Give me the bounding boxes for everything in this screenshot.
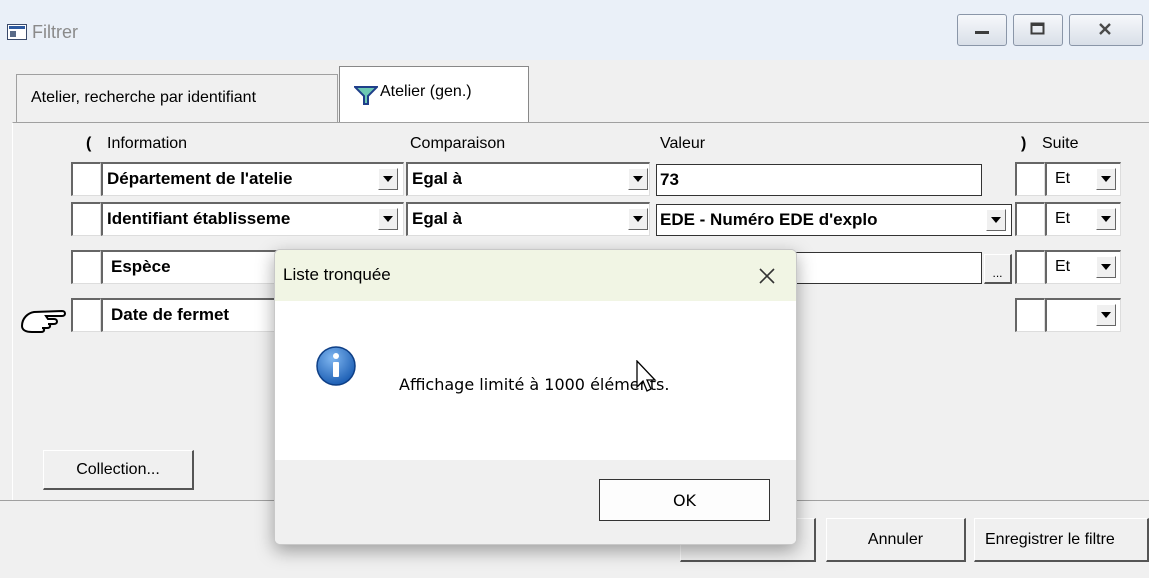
filter-icon bbox=[354, 86, 378, 105]
information-dropdown-button[interactable] bbox=[378, 208, 398, 230]
open-paren-checkbox[interactable] bbox=[71, 298, 101, 332]
chevron-down-icon bbox=[1101, 264, 1111, 270]
chevron-down-icon bbox=[1101, 176, 1111, 182]
chevron-down-icon bbox=[383, 216, 393, 222]
comparaison-value: Egal à bbox=[412, 209, 463, 228]
information-value: Identifiant établisseme bbox=[107, 209, 291, 228]
valeur-value: 73 bbox=[660, 170, 679, 189]
valeur-input[interactable]: 73 bbox=[656, 164, 982, 196]
valeur-select[interactable]: EDE - Numéro EDE d'explo bbox=[656, 204, 1012, 236]
comparaison-dropdown-button[interactable] bbox=[628, 208, 648, 230]
chevron-down-icon bbox=[633, 176, 643, 182]
chevron-down-icon bbox=[1101, 216, 1111, 222]
annuler-button[interactable]: Annuler bbox=[826, 518, 966, 562]
maximize-button[interactable] bbox=[1013, 14, 1063, 46]
annuler-label: Annuler bbox=[867, 530, 924, 548]
comparaison-select[interactable]: Egal à bbox=[406, 162, 650, 196]
tab-label: Atelier (gen.) bbox=[380, 83, 472, 100]
minimize-button[interactable] bbox=[957, 14, 1007, 46]
suite-value: Et bbox=[1055, 258, 1071, 275]
open-paren-checkbox[interactable] bbox=[71, 250, 101, 284]
info-icon bbox=[316, 346, 356, 386]
enregistrer-label: Enregistrer le filtre bbox=[985, 530, 1115, 548]
information-value: Département de l'atelie bbox=[107, 169, 293, 188]
close-paren-checkbox[interactable] bbox=[1015, 250, 1045, 284]
column-header-suite: Suite bbox=[1042, 135, 1079, 152]
suite-value: Et bbox=[1055, 210, 1071, 227]
app-icon bbox=[7, 24, 27, 40]
suite-dropdown-button[interactable] bbox=[1096, 256, 1116, 278]
collection-label: Collection... bbox=[76, 460, 160, 478]
dialog-message: Affichage limité à 1000 éléments. bbox=[399, 375, 670, 394]
close-window-button[interactable] bbox=[1069, 14, 1143, 46]
enregistrer-filtre-button[interactable]: Enregistrer le filtre bbox=[974, 518, 1149, 562]
value-browse-button[interactable]: ... bbox=[984, 254, 1012, 284]
comparaison-value: Egal à bbox=[412, 169, 463, 188]
tab-label: Atelier, recherche par identifiant bbox=[31, 89, 257, 106]
column-header-open-paren: ( bbox=[86, 135, 92, 152]
collection-button[interactable]: Collection... bbox=[43, 450, 194, 490]
close-icon bbox=[1099, 23, 1111, 35]
dialog-title-bar: Liste tronquée bbox=[275, 250, 796, 301]
open-paren-checkbox[interactable] bbox=[71, 202, 101, 236]
information-select[interactable]: Département de l'atelie bbox=[101, 162, 404, 196]
information-select[interactable]: Identifiant établisseme bbox=[101, 202, 404, 236]
suite-dropdown-button[interactable] bbox=[1096, 208, 1116, 230]
mouse-cursor-icon bbox=[636, 360, 657, 392]
chevron-down-icon bbox=[383, 176, 393, 182]
information-value: Date de fermet bbox=[111, 305, 230, 324]
chevron-down-icon bbox=[633, 216, 643, 222]
liste-tronquee-dialog: Liste tronquée Affichage limité à 1000 é… bbox=[274, 249, 797, 545]
valeur-dropdown-button[interactable] bbox=[986, 209, 1006, 231]
dialog-footer: OK bbox=[275, 460, 796, 544]
column-header-information: Information bbox=[107, 135, 188, 152]
information-value: Espèce bbox=[111, 257, 171, 276]
close-paren-checkbox[interactable] bbox=[1015, 162, 1045, 196]
column-header-comparaison: Comparaison bbox=[410, 135, 506, 152]
chevron-down-icon bbox=[991, 217, 1001, 223]
dialog-close-button[interactable] bbox=[745, 256, 789, 296]
comparaison-select[interactable]: Egal à bbox=[406, 202, 650, 236]
close-paren-checkbox[interactable] bbox=[1015, 202, 1045, 236]
information-dropdown-button[interactable] bbox=[378, 168, 398, 190]
maximize-icon bbox=[1030, 22, 1045, 35]
suite-dropdown-button[interactable] bbox=[1096, 304, 1116, 326]
pointing-hand-icon bbox=[20, 309, 66, 333]
valeur-value: EDE - Numéro EDE d'explo bbox=[660, 210, 878, 229]
chevron-down-icon bbox=[1101, 312, 1111, 318]
window-title: Filtrer bbox=[32, 22, 78, 42]
open-paren-checkbox[interactable] bbox=[71, 162, 101, 196]
dialog-ok-button[interactable]: OK bbox=[599, 479, 770, 521]
close-paren-checkbox[interactable] bbox=[1015, 298, 1045, 332]
tab-atelier-recherche[interactable]: Atelier, recherche par identifiant bbox=[16, 74, 338, 122]
tab-atelier-gen[interactable]: Atelier (gen.) bbox=[339, 66, 529, 123]
ellipsis-label: ... bbox=[992, 265, 1003, 280]
dialog-ok-label: OK bbox=[672, 490, 697, 510]
column-header-close-paren: ) bbox=[1021, 135, 1027, 152]
dialog-title: Liste tronquée bbox=[283, 265, 391, 284]
suite-value: Et bbox=[1055, 170, 1071, 187]
column-header-valeur: Valeur bbox=[660, 135, 706, 152]
suite-dropdown-button[interactable] bbox=[1096, 168, 1116, 190]
comparaison-dropdown-button[interactable] bbox=[628, 168, 648, 190]
minimize-icon bbox=[975, 31, 989, 34]
close-icon bbox=[759, 268, 775, 284]
